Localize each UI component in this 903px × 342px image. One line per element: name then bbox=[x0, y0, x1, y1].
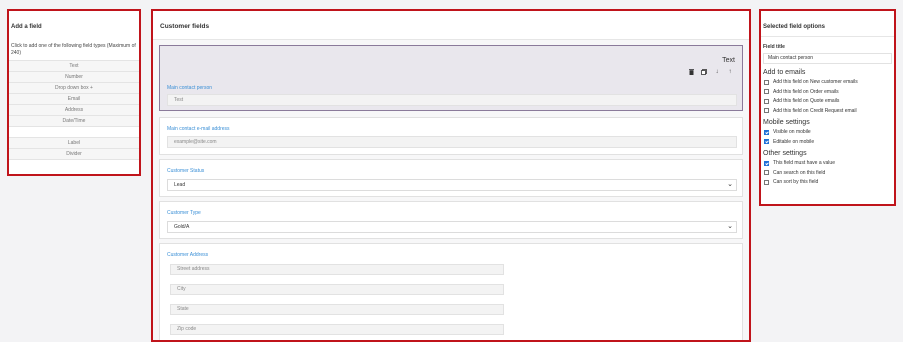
customer-status-select[interactable]: Lead ⌄ bbox=[167, 179, 737, 191]
other-option-required[interactable]: This field must have a value bbox=[761, 157, 894, 167]
checkbox[interactable] bbox=[764, 139, 769, 145]
field-type-label[interactable]: Label bbox=[9, 137, 139, 148]
field-type-datetime[interactable]: Date/Time bbox=[9, 115, 139, 126]
field-type-dropdown[interactable]: Drop down box + bbox=[9, 82, 139, 93]
field-label: Customer Status bbox=[167, 168, 205, 174]
email-option-new-customer[interactable]: Add this field on New customer emails bbox=[761, 76, 894, 86]
mobile-heading: Mobile settings bbox=[763, 119, 810, 126]
zip-code-input[interactable]: Zip code bbox=[170, 324, 504, 335]
field-card-customer-address[interactable]: Customer Address Street address City Sta… bbox=[159, 243, 743, 340]
field-toolbar: ↓ ↑ bbox=[688, 69, 733, 77]
field-card-customer-status[interactable]: Customer Status Lead ⌄ bbox=[159, 159, 743, 197]
arrow-up-icon[interactable]: ↑ bbox=[727, 69, 733, 77]
street-address-input[interactable]: Street address bbox=[170, 264, 504, 275]
add-field-title: Add a field bbox=[11, 24, 42, 30]
other-heading: Other settings bbox=[763, 150, 807, 157]
field-options-title: Selected field options bbox=[761, 11, 894, 37]
checkbox-label: Add this field on Order emails bbox=[773, 88, 839, 95]
checkbox[interactable] bbox=[764, 108, 769, 114]
state-input[interactable]: State bbox=[170, 304, 504, 315]
checkbox[interactable] bbox=[764, 179, 769, 185]
checkbox[interactable] bbox=[764, 129, 769, 135]
field-options-panel: Selected field options Field title Main … bbox=[759, 9, 896, 206]
checkbox[interactable] bbox=[764, 98, 769, 104]
field-label: Main contact person bbox=[167, 85, 213, 91]
checkbox-label: Add this field on Quote emails bbox=[773, 98, 840, 105]
mobile-option-visible[interactable]: Visible on mobile bbox=[761, 126, 894, 136]
emails-heading: Add to emails bbox=[763, 69, 806, 76]
field-type-list: Text Number Drop down box + Email Addres… bbox=[9, 60, 139, 170]
field-label: Customer Address bbox=[167, 252, 209, 258]
customer-fields-title: Customer fields bbox=[153, 11, 749, 40]
field-type-spacer bbox=[9, 159, 139, 170]
checkbox[interactable] bbox=[764, 89, 769, 95]
field-type-email[interactable]: Email bbox=[9, 93, 139, 104]
checkbox[interactable] bbox=[764, 170, 769, 176]
customer-type-value: Gold/A bbox=[174, 224, 190, 230]
field-label: Customer Type bbox=[167, 210, 201, 216]
add-field-description: Click to add one of the following field … bbox=[11, 43, 136, 56]
other-option-sortable[interactable]: Can sort by this field bbox=[761, 176, 894, 186]
email-option-quote[interactable]: Add this field on Quote emails bbox=[761, 95, 894, 105]
checkbox-label: Add this field on Credit Request email bbox=[773, 107, 857, 114]
add-field-panel: Add a field Click to add one of the foll… bbox=[7, 9, 141, 176]
field-type-number[interactable]: Number bbox=[9, 71, 139, 82]
field-type-tag: Text bbox=[722, 57, 735, 64]
main-contact-input[interactable]: Test bbox=[167, 94, 737, 106]
city-input[interactable]: City bbox=[170, 284, 504, 295]
customer-type-select[interactable]: Gold/A ⌄ bbox=[167, 221, 737, 233]
checkbox-label: Add this field on New customer emails bbox=[773, 79, 858, 86]
copy-icon[interactable] bbox=[701, 69, 707, 77]
other-option-searchable[interactable]: Can search on this field bbox=[761, 167, 894, 177]
email-option-order[interactable]: Add this field on Order emails bbox=[761, 86, 894, 96]
mobile-option-editable[interactable]: Editable on mobile bbox=[761, 136, 894, 146]
field-type-spacer bbox=[9, 126, 139, 137]
contact-email-input[interactable]: example@site.com bbox=[167, 136, 737, 148]
checkbox[interactable] bbox=[764, 79, 769, 85]
field-type-divider[interactable]: Divider bbox=[9, 148, 139, 159]
checkbox-label: Can search on this field bbox=[773, 169, 826, 176]
field-card-customer-type[interactable]: Customer Type Gold/A ⌄ bbox=[159, 201, 743, 239]
checkbox-label: Visible on mobile bbox=[773, 129, 811, 136]
customer-fields-panel: Customer fields Text ↓ ↑ Main contact pe… bbox=[151, 9, 751, 342]
chevron-down-icon: ⌄ bbox=[727, 223, 733, 230]
arrow-down-icon[interactable]: ↓ bbox=[714, 69, 720, 77]
chevron-down-icon: ⌄ bbox=[727, 181, 733, 188]
customer-status-value: Lead bbox=[174, 182, 186, 188]
email-option-credit-request[interactable]: Add this field on Credit Request email bbox=[761, 105, 894, 115]
field-card-contact-email[interactable]: Main contact e-mail address example@site… bbox=[159, 117, 743, 155]
field-type-address[interactable]: Address bbox=[9, 104, 139, 115]
checkbox-label: Editable on mobile bbox=[773, 138, 815, 145]
checkbox[interactable] bbox=[764, 160, 769, 166]
checkbox-label: Can sort by this field bbox=[773, 179, 819, 186]
field-label: Main contact e-mail address bbox=[167, 126, 230, 132]
field-title-input[interactable]: Main contact person bbox=[763, 53, 892, 64]
checkbox-label: This field must have a value bbox=[773, 160, 835, 167]
field-type-text[interactable]: Text bbox=[9, 60, 139, 71]
trash-icon[interactable] bbox=[688, 69, 694, 77]
field-card-main-contact[interactable]: Text ↓ ↑ Main contact person Test bbox=[159, 45, 743, 111]
field-title-label: Field title bbox=[763, 44, 785, 50]
